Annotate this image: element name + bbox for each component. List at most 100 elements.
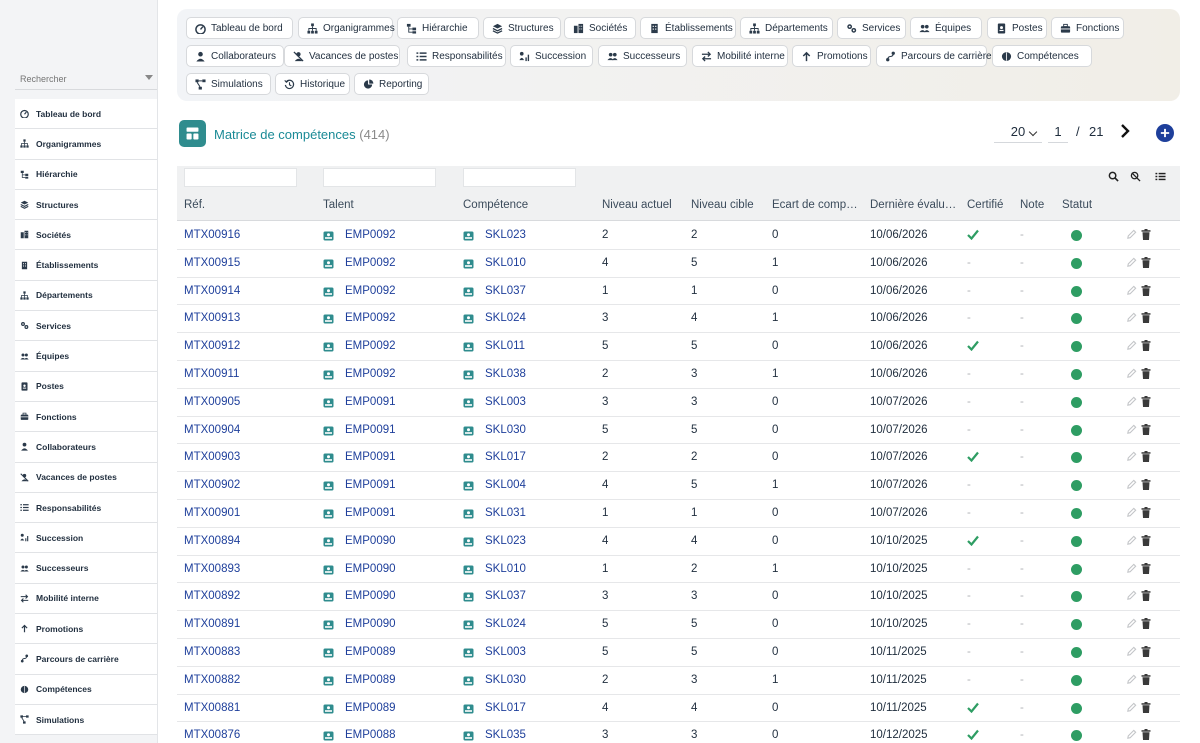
nav-button-succession[interactable]: Succession [510, 45, 593, 67]
add-record-button[interactable] [1156, 124, 1174, 142]
delete-icon[interactable] [1141, 534, 1151, 546]
table-row[interactable]: MTX00915 EMP0092 SKL010 4 5 1 10/06/2026 - - [177, 250, 1180, 278]
delete-icon[interactable] [1141, 506, 1151, 518]
column-header-statut[interactable]: Statut [1062, 199, 1092, 211]
nav-button-mobilite-interne[interactable]: Mobilité interne [692, 45, 788, 67]
table-row[interactable]: MTX00891 EMP0090 SKL024 5 5 0 10/10/2025 - - [177, 611, 1180, 639]
skill-link[interactable]: SKL023 [485, 229, 526, 241]
table-row[interactable]: MTX00914 EMP0092 SKL037 1 1 0 10/06/2026 - - [177, 278, 1180, 306]
table-row[interactable]: MTX00892 EMP0090 SKL037 3 3 0 10/10/2025 - - [177, 583, 1180, 612]
talent-link[interactable]: EMP0091 [345, 424, 396, 436]
sidebar-search-input[interactable] [15, 70, 135, 88]
column-header-derniere-evalu[interactable]: Dernière évalu… [870, 199, 956, 211]
row-ref-link[interactable]: MTX00913 [184, 312, 240, 324]
table-row[interactable]: MTX00912 EMP0092 SKL011 5 5 0 10/06/2026 - [177, 333, 1180, 361]
sidebar-item-postes[interactable]: Postes [15, 371, 157, 402]
table-row[interactable]: MTX00913 EMP0092 SKL024 3 4 1 10/06/2026 - - [177, 305, 1180, 334]
clear-search-icon[interactable] [1130, 171, 1141, 182]
nav-button-societes[interactable]: Sociétés [564, 17, 636, 39]
row-ref-link[interactable]: MTX00882 [184, 674, 240, 686]
talent-link[interactable]: EMP0092 [345, 368, 396, 380]
row-ref-link[interactable]: MTX00891 [184, 618, 240, 630]
delete-icon[interactable] [1141, 256, 1151, 268]
column-header-niveau-actuel[interactable]: Niveau actuel [602, 199, 672, 211]
row-ref-link[interactable]: MTX00914 [184, 285, 240, 297]
row-ref-link[interactable]: MTX00916 [184, 229, 240, 241]
row-ref-link[interactable]: MTX00903 [184, 451, 240, 463]
table-row[interactable]: MTX00904 EMP0091 SKL030 5 5 0 10/07/2026 - - [177, 417, 1180, 445]
sidebar-item-responsabilites[interactable]: Responsabilités [15, 492, 157, 524]
edit-icon[interactable] [1126, 229, 1137, 240]
sidebar-item-services[interactable]: Services [15, 311, 157, 342]
table-row[interactable]: MTX00893 EMP0090 SKL010 1 2 1 10/10/2025 - - [177, 556, 1180, 584]
delete-icon[interactable] [1141, 312, 1151, 324]
edit-icon[interactable] [1126, 312, 1137, 323]
skill-link[interactable]: SKL010 [485, 257, 526, 269]
delete-icon[interactable] [1141, 340, 1151, 352]
nav-button-parcours-de-carriere[interactable]: Parcours de carrière [876, 45, 992, 67]
sidebar-item-parcours-de-carriere[interactable]: Parcours de carrière [15, 644, 157, 675]
column-header-ref[interactable]: Réf. [184, 199, 205, 211]
filter-talent-input[interactable] [323, 168, 436, 187]
skill-link[interactable]: SKL030 [485, 674, 526, 686]
delete-icon[interactable] [1141, 729, 1151, 741]
column-list-icon[interactable] [1155, 171, 1166, 182]
column-header-ecart-de-comp[interactable]: Écart de comp… [772, 199, 858, 211]
nav-button-simulations[interactable]: Simulations [186, 73, 271, 95]
talent-link[interactable]: EMP0090 [345, 618, 396, 630]
sidebar-item-mobilite-interne[interactable]: Mobilité interne [15, 583, 157, 615]
sidebar-item-equipes[interactable]: Équipes [15, 341, 157, 372]
skill-link[interactable]: SKL035 [485, 729, 526, 741]
nav-button-etablissements[interactable]: Établissements [640, 17, 736, 39]
sidebar-item-departements[interactable]: Départements [15, 280, 157, 312]
edit-icon[interactable] [1126, 535, 1137, 546]
talent-link[interactable]: EMP0092 [345, 285, 396, 297]
talent-link[interactable]: EMP0092 [345, 312, 396, 324]
edit-icon[interactable] [1126, 424, 1137, 435]
talent-link[interactable]: EMP0091 [345, 479, 396, 491]
skill-link[interactable]: SKL037 [485, 285, 526, 297]
talent-link[interactable]: EMP0090 [345, 535, 396, 547]
edit-icon[interactable] [1126, 590, 1137, 601]
talent-link[interactable]: EMP0092 [345, 257, 396, 269]
row-ref-link[interactable]: MTX00912 [184, 340, 240, 352]
sidebar-item-vacances-de-postes[interactable]: Vacances de postes [15, 462, 157, 493]
edit-icon[interactable] [1126, 729, 1137, 740]
nav-button-postes[interactable]: Postes [987, 17, 1047, 39]
skill-link[interactable]: SKL010 [485, 563, 526, 575]
edit-icon[interactable] [1126, 340, 1137, 351]
sidebar-search[interactable] [15, 70, 157, 90]
talent-link[interactable]: EMP0091 [345, 451, 396, 463]
row-ref-link[interactable]: MTX00876 [184, 729, 240, 741]
delete-icon[interactable] [1141, 562, 1151, 574]
skill-link[interactable]: SKL024 [485, 618, 526, 630]
talent-link[interactable]: EMP0092 [345, 229, 396, 241]
row-ref-link[interactable]: MTX00892 [184, 590, 240, 602]
skill-link[interactable]: SKL031 [485, 507, 526, 519]
row-ref-link[interactable]: MTX00901 [184, 507, 240, 519]
skill-link[interactable]: SKL003 [485, 396, 526, 408]
nav-button-departements[interactable]: Départements [740, 17, 833, 39]
column-header-certifie[interactable]: Certifié [967, 199, 1003, 211]
table-row[interactable]: MTX00902 EMP0091 SKL004 4 5 1 10/07/2026 - - [177, 472, 1180, 500]
delete-icon[interactable] [1141, 395, 1151, 407]
row-ref-link[interactable]: MTX00904 [184, 424, 240, 436]
delete-icon[interactable] [1141, 229, 1151, 240]
skill-link[interactable]: SKL004 [485, 479, 526, 491]
edit-icon[interactable] [1126, 618, 1137, 629]
nav-button-hierarchie[interactable]: Hiérarchie [397, 17, 479, 39]
delete-icon[interactable] [1141, 451, 1151, 463]
skill-link[interactable]: SKL023 [485, 535, 526, 547]
row-ref-link[interactable]: MTX00915 [184, 257, 240, 269]
sidebar-item-successeurs[interactable]: Successeurs [15, 553, 157, 584]
row-ref-link[interactable]: MTX00883 [184, 646, 240, 658]
talent-link[interactable]: EMP0089 [345, 674, 396, 686]
nav-button-organigrammes[interactable]: Organigrammes [298, 17, 395, 39]
delete-icon[interactable] [1141, 673, 1151, 685]
edit-icon[interactable] [1126, 451, 1137, 462]
edit-icon[interactable] [1126, 285, 1137, 296]
nav-button-successeurs[interactable]: Successeurs [598, 45, 687, 67]
row-ref-link[interactable]: MTX00905 [184, 396, 240, 408]
row-ref-link[interactable]: MTX00911 [184, 368, 239, 380]
row-ref-link[interactable]: MTX00902 [184, 479, 240, 491]
